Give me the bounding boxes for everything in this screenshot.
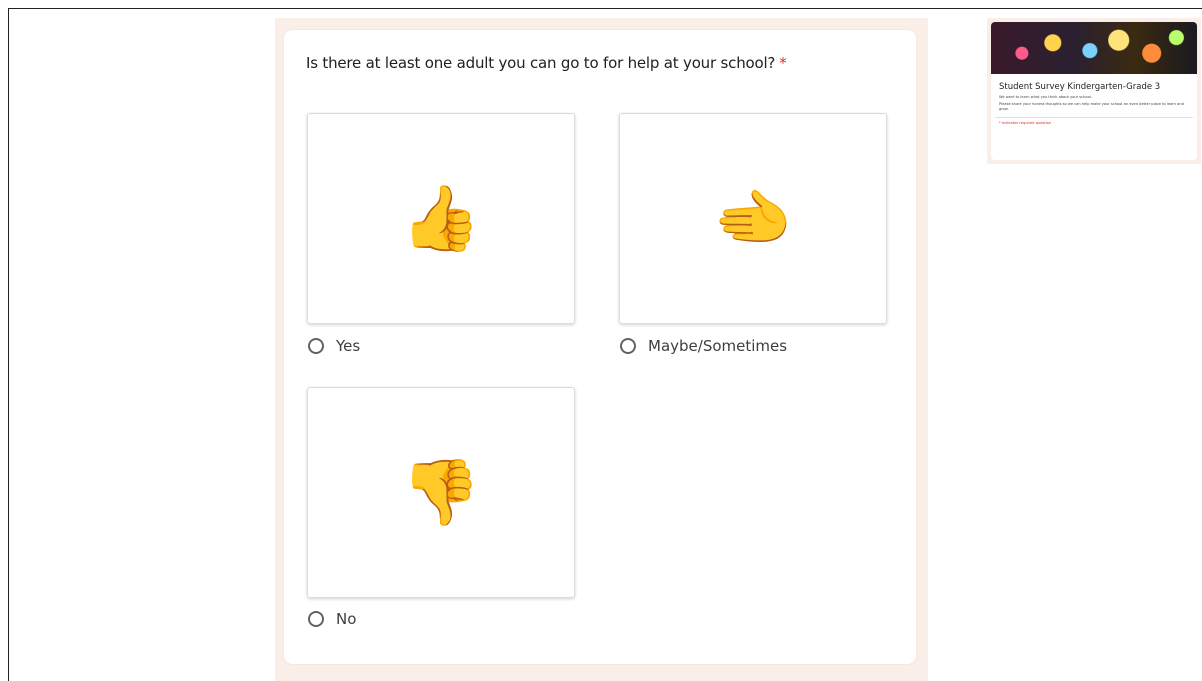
option-label-yes: Yes xyxy=(336,337,361,355)
option-image-no[interactable]: 👎 xyxy=(307,387,575,598)
option-label-no: No xyxy=(336,610,357,628)
header-banner-image xyxy=(991,22,1197,74)
option-image-yes[interactable]: 👍 xyxy=(307,113,575,324)
option-no[interactable]: No xyxy=(308,610,356,628)
thumbs-up-icon: 👍 xyxy=(401,181,481,256)
question-text: Is there at least one adult you can go t… xyxy=(306,54,776,72)
header-divider xyxy=(995,117,1193,118)
radio-button-maybe[interactable] xyxy=(620,338,636,354)
question-title: Is there at least one adult you can go t… xyxy=(306,54,787,72)
option-label-maybe: Maybe/Sometimes xyxy=(648,337,788,355)
required-note: * Indicates required question xyxy=(999,121,1052,125)
radio-button-yes[interactable] xyxy=(308,338,324,354)
form-description-line1: We want to learn what you think about yo… xyxy=(999,95,1092,99)
required-asterisk: * xyxy=(779,54,787,72)
sideways-thumb-icon: 🫲 xyxy=(713,181,793,256)
radio-button-no[interactable] xyxy=(308,611,324,627)
question-card: Is there at least one adult you can go t… xyxy=(284,30,916,664)
form-header-card: Student Survey Kindergarten-Grade 3 We w… xyxy=(991,22,1197,160)
option-maybe[interactable]: Maybe/Sometimes xyxy=(620,337,787,355)
form-header-preview: Student Survey Kindergarten-Grade 3 We w… xyxy=(987,18,1201,164)
option-image-maybe[interactable]: 🫲 xyxy=(619,113,887,324)
form-description-line2: Please share your honest thoughts so we … xyxy=(999,102,1184,111)
option-yes[interactable]: Yes xyxy=(308,337,360,355)
form-title: Student Survey Kindergarten-Grade 3 xyxy=(999,82,1161,92)
thumbs-down-icon: 👎 xyxy=(401,455,481,530)
